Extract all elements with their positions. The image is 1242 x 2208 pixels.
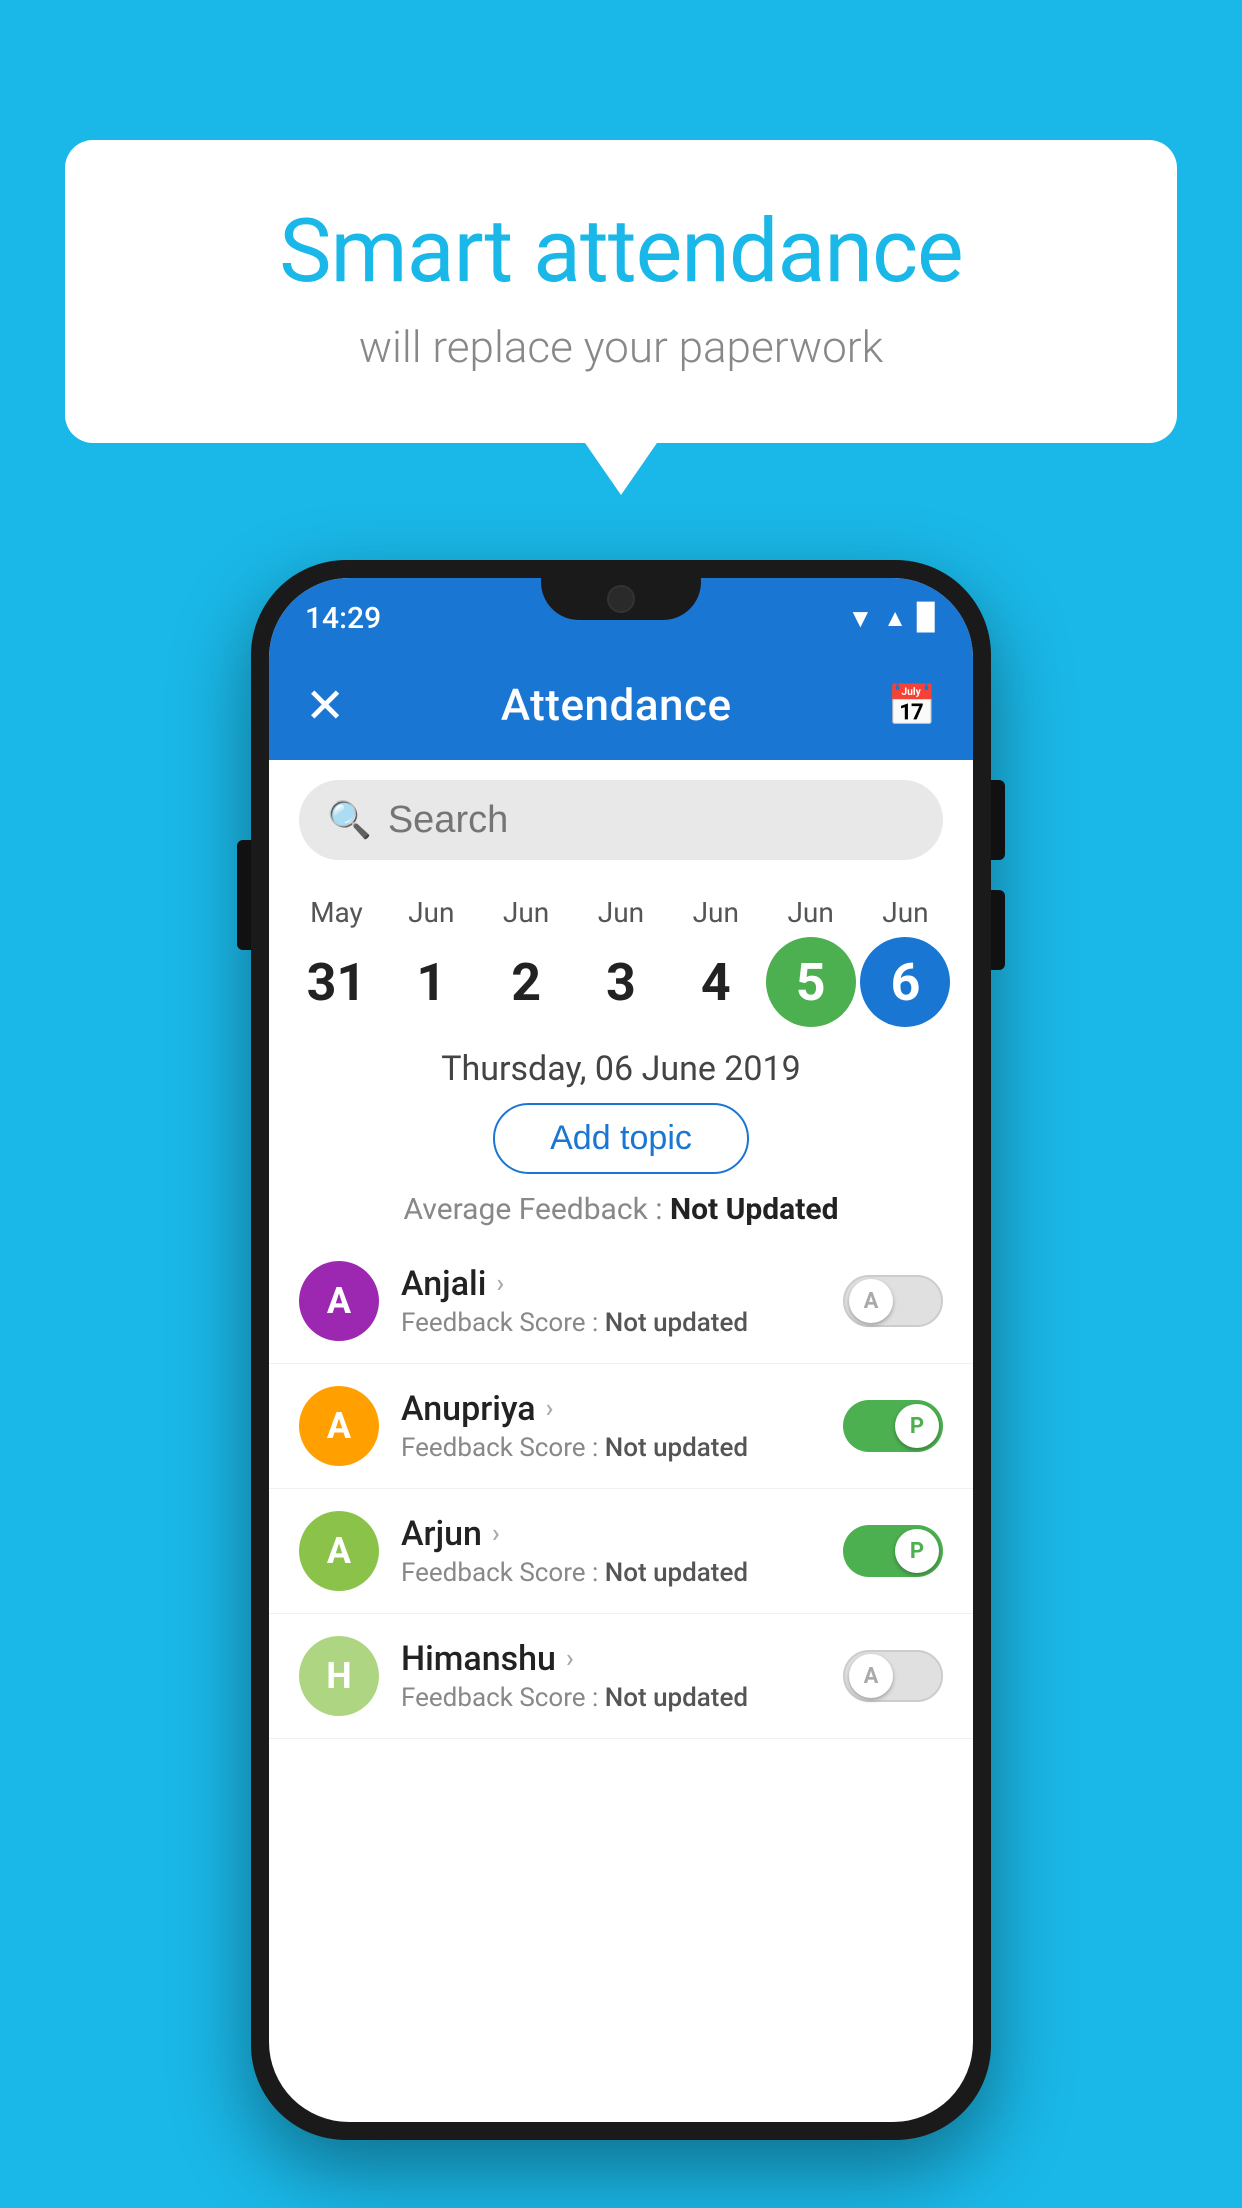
notch bbox=[541, 578, 701, 620]
avg-feedback-value: Not Updated bbox=[670, 1192, 839, 1227]
student-item-arjun[interactable]: A Arjun › Feedback Score : Not updated P bbox=[269, 1489, 973, 1614]
student-info-anupriya: Anupriya › Feedback Score : Not updated bbox=[401, 1389, 821, 1463]
signal-icon: ▲ bbox=[883, 604, 907, 633]
student-feedback-anjali: Feedback Score : Not updated bbox=[401, 1308, 821, 1338]
chevron-himanshu: › bbox=[566, 1644, 574, 1674]
toggle-anjali[interactable]: A bbox=[843, 1275, 943, 1327]
phone-screen: 14:29 ▼ ▲ ▉ ✕ Attendance 📅 🔍 bbox=[269, 578, 973, 2122]
avatar-anupriya: A bbox=[299, 1386, 379, 1466]
chevron-anjali: › bbox=[496, 1269, 504, 1299]
student-name-arjun: Arjun › bbox=[401, 1514, 821, 1554]
cal-date-4: 4 bbox=[671, 937, 761, 1027]
cal-date-5: 5 bbox=[766, 937, 856, 1027]
student-feedback-arjun: Feedback Score : Not updated bbox=[401, 1558, 821, 1588]
status-icons: ▼ ▲ ▉ bbox=[848, 603, 938, 634]
add-topic-button[interactable]: Add topic bbox=[493, 1103, 749, 1174]
student-list: A Anjali › Feedback Score : Not updated … bbox=[269, 1239, 973, 1739]
calendar-day-1[interactable]: Jun 1 bbox=[386, 896, 476, 1027]
student-info-arjun: Arjun › Feedback Score : Not updated bbox=[401, 1514, 821, 1588]
phone-frame: 14:29 ▼ ▲ ▉ ✕ Attendance 📅 🔍 bbox=[251, 560, 991, 2140]
volume-up-button bbox=[991, 780, 1005, 860]
cal-date-1: 1 bbox=[386, 937, 476, 1027]
search-icon: 🔍 bbox=[327, 799, 372, 841]
calendar-day-3[interactable]: Jun 3 bbox=[576, 896, 666, 1027]
chevron-arjun: › bbox=[492, 1519, 500, 1549]
calendar-day-0[interactable]: May 31 bbox=[291, 896, 381, 1027]
bubble-title: Smart attendance bbox=[145, 200, 1097, 303]
calendar-day-2[interactable]: Jun 2 bbox=[481, 896, 571, 1027]
toggle-himanshu[interactable]: A bbox=[843, 1650, 943, 1702]
calendar-day-6[interactable]: Jun 6 bbox=[860, 896, 950, 1027]
volume-down-button bbox=[991, 890, 1005, 970]
student-feedback-himanshu: Feedback Score : Not updated bbox=[401, 1683, 821, 1713]
speech-bubble: Smart attendance will replace your paper… bbox=[65, 140, 1177, 443]
cal-month-6: Jun bbox=[882, 896, 928, 929]
cal-month-2: Jun bbox=[503, 896, 549, 929]
student-info-himanshu: Himanshu › Feedback Score : Not updated bbox=[401, 1639, 821, 1713]
camera bbox=[607, 585, 635, 613]
cal-month-1: Jun bbox=[408, 896, 454, 929]
student-name-himanshu: Himanshu › bbox=[401, 1639, 821, 1679]
bubble-subtitle: will replace your paperwork bbox=[145, 321, 1097, 373]
student-item-anupriya[interactable]: A Anupriya › Feedback Score : Not update… bbox=[269, 1364, 973, 1489]
avatar-himanshu: H bbox=[299, 1636, 379, 1716]
app-bar: ✕ Attendance 📅 bbox=[269, 650, 973, 760]
calendar-strip: May 31 Jun 1 Jun 2 Jun 3 Jun 4 bbox=[269, 880, 973, 1027]
search-input[interactable] bbox=[388, 799, 915, 842]
close-button[interactable]: ✕ bbox=[305, 677, 345, 734]
cal-month-3: Jun bbox=[598, 896, 644, 929]
avatar-anjali: A bbox=[299, 1261, 379, 1341]
avatar-arjun: A bbox=[299, 1511, 379, 1591]
cal-date-2: 2 bbox=[481, 937, 571, 1027]
student-name-anjali: Anjali › bbox=[401, 1264, 821, 1304]
student-info-anjali: Anjali › Feedback Score : Not updated bbox=[401, 1264, 821, 1338]
search-container: 🔍 bbox=[299, 780, 943, 860]
student-item-anjali[interactable]: A Anjali › Feedback Score : Not updated … bbox=[269, 1239, 973, 1364]
calendar-icon[interactable]: 📅 bbox=[887, 682, 937, 729]
cal-date-6: 6 bbox=[860, 937, 950, 1027]
calendar-day-4[interactable]: Jun 4 bbox=[671, 896, 761, 1027]
student-name-anupriya: Anupriya › bbox=[401, 1389, 821, 1429]
phone-wrapper: 14:29 ▼ ▲ ▉ ✕ Attendance 📅 🔍 bbox=[251, 560, 991, 2140]
app-title: Attendance bbox=[501, 679, 732, 731]
wifi-icon: ▼ bbox=[848, 603, 874, 634]
cal-month-5: Jun bbox=[787, 896, 833, 929]
cal-date-3: 3 bbox=[576, 937, 666, 1027]
cal-month-4: Jun bbox=[693, 896, 739, 929]
cal-month-0: May bbox=[310, 896, 363, 929]
chevron-anupriya: › bbox=[546, 1394, 554, 1424]
calendar-day-5[interactable]: Jun 5 bbox=[766, 896, 856, 1027]
student-item-himanshu[interactable]: H Himanshu › Feedback Score : Not update… bbox=[269, 1614, 973, 1739]
power-button bbox=[237, 840, 251, 950]
avg-feedback-label: Average Feedback : bbox=[404, 1192, 670, 1227]
toggle-anupriya[interactable]: P bbox=[843, 1400, 943, 1452]
speech-bubble-container: Smart attendance will replace your paper… bbox=[65, 140, 1177, 443]
battery-icon: ▉ bbox=[917, 603, 937, 633]
status-time: 14:29 bbox=[305, 601, 381, 636]
student-feedback-anupriya: Feedback Score : Not updated bbox=[401, 1433, 821, 1463]
selected-date: Thursday, 06 June 2019 bbox=[269, 1027, 973, 1103]
average-feedback: Average Feedback : Not Updated bbox=[269, 1174, 973, 1239]
cal-date-0: 31 bbox=[291, 937, 381, 1027]
toggle-arjun[interactable]: P bbox=[843, 1525, 943, 1577]
